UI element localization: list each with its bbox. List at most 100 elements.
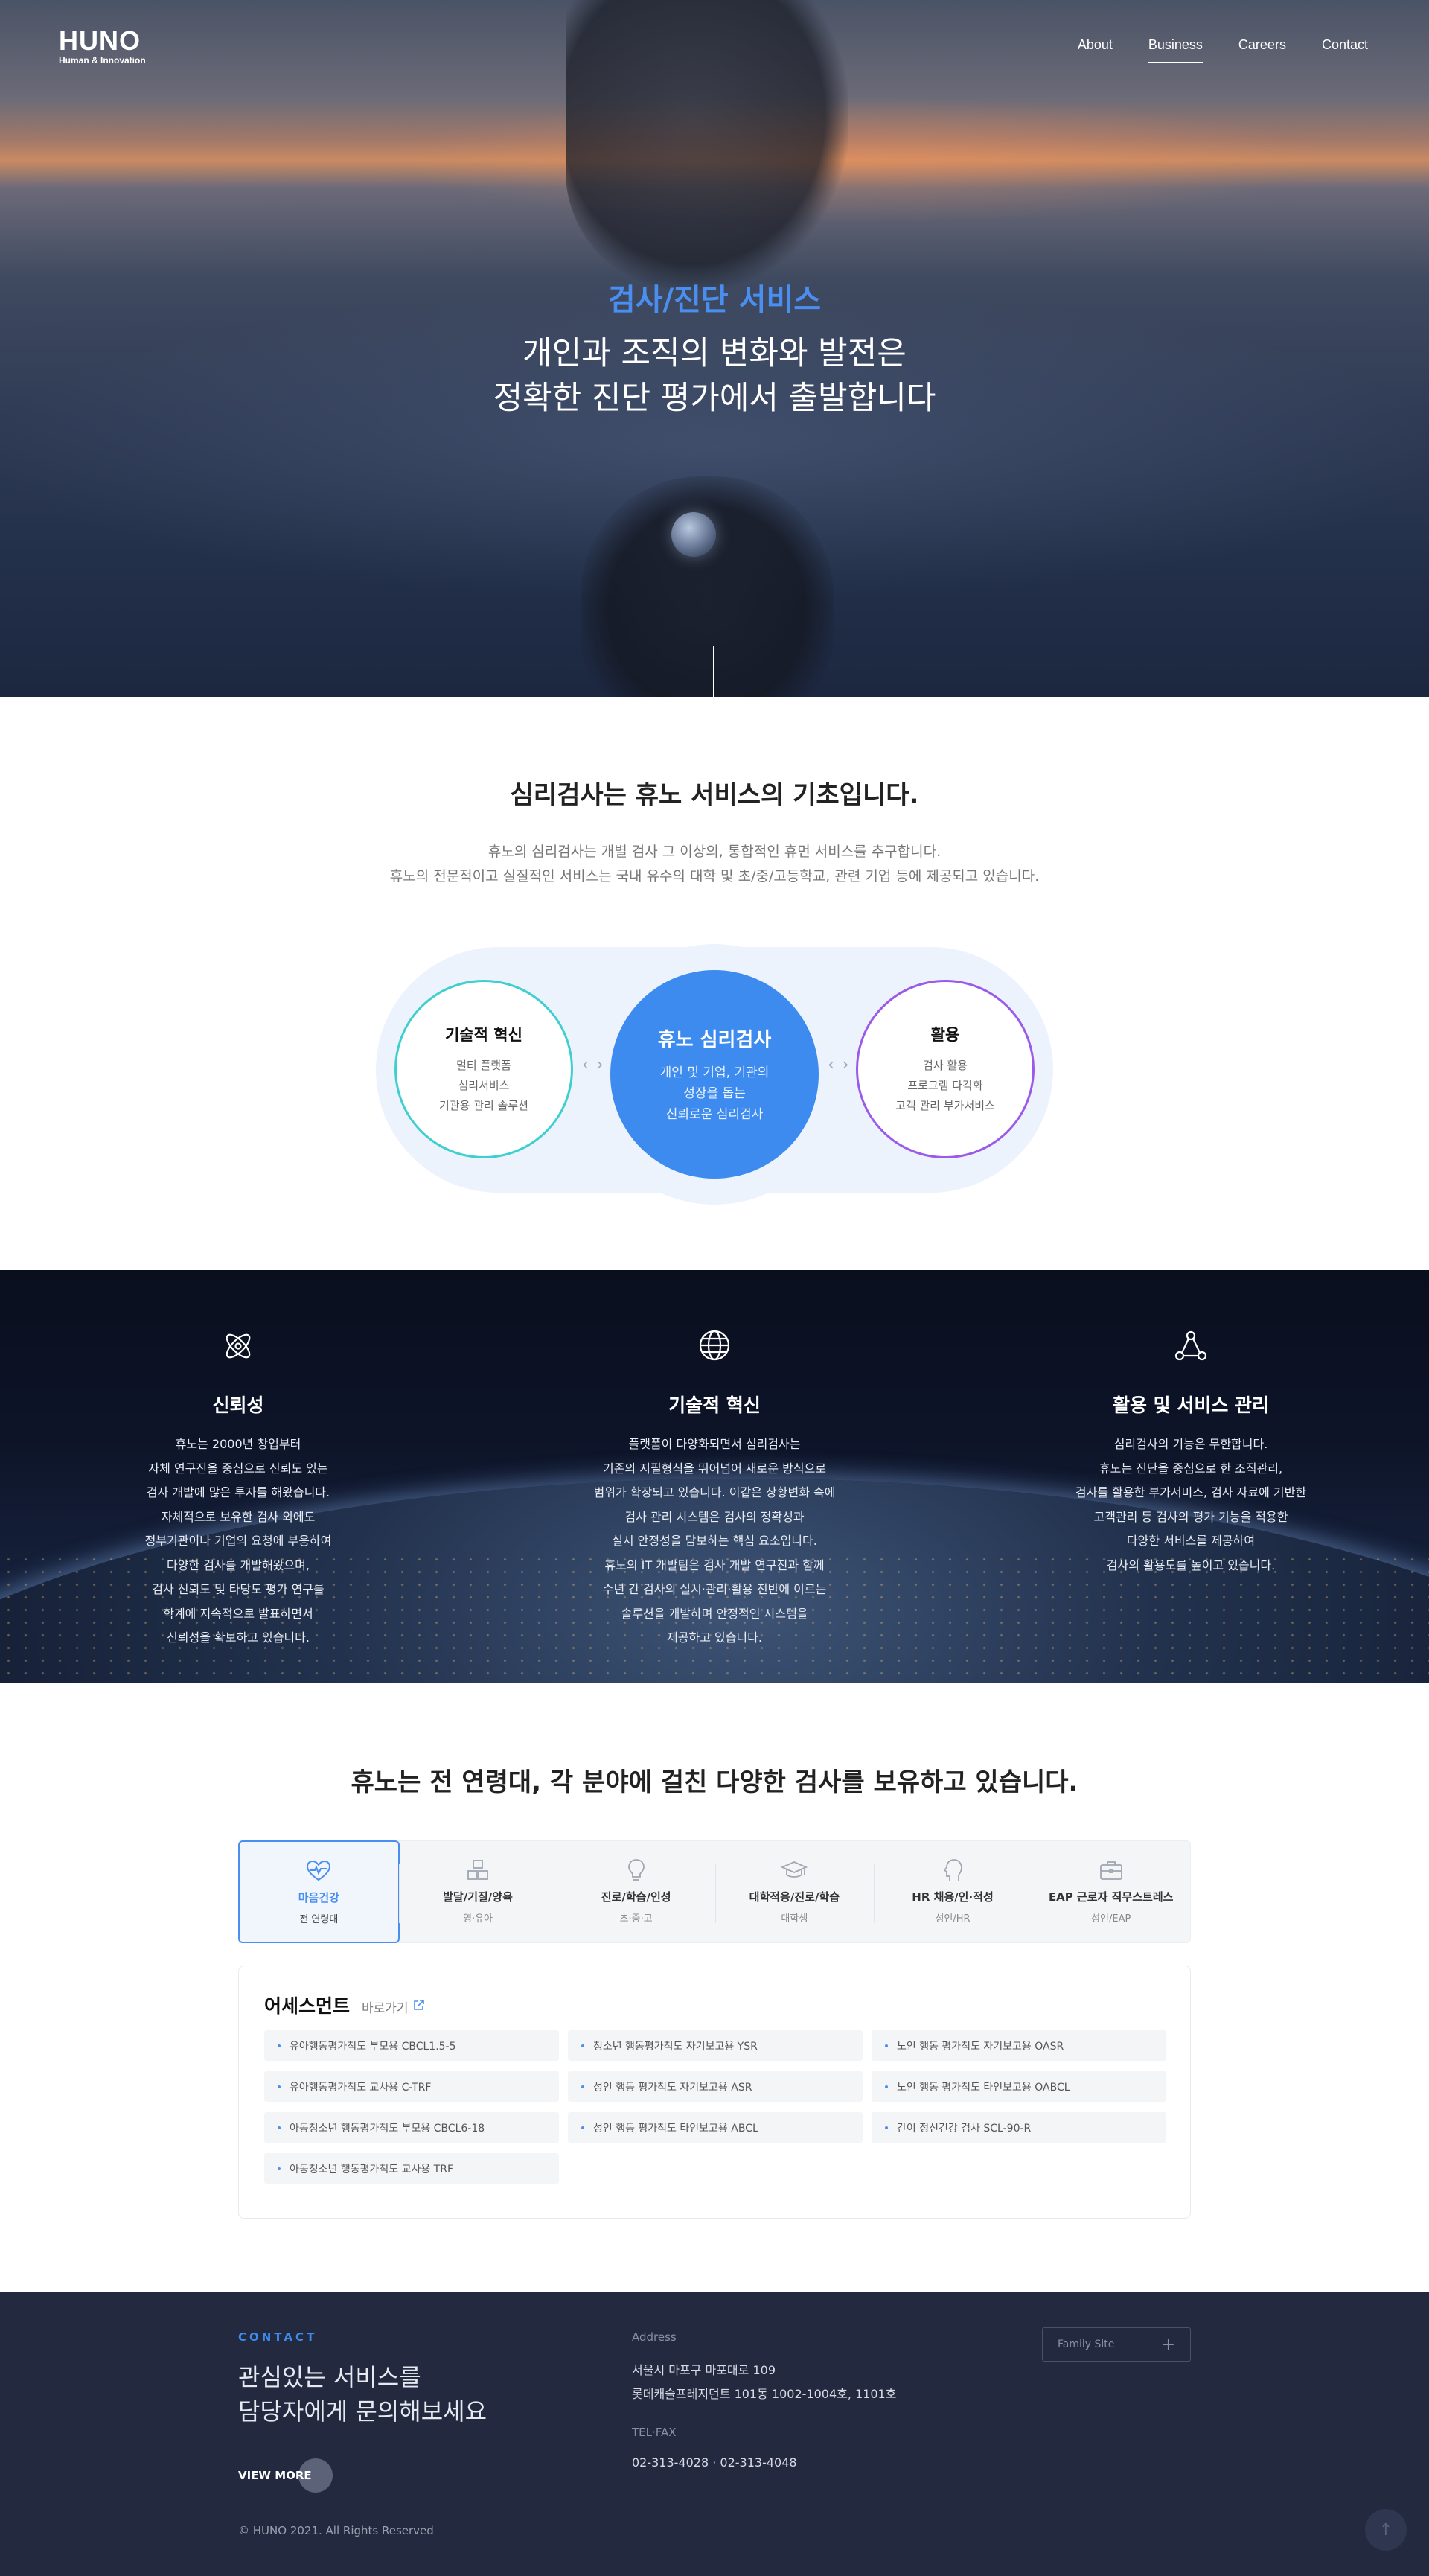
circle-line: 심리서비스 (458, 1078, 510, 1092)
circle-huno-assessment: 휴노 심리검사 개인 및 기업, 기관의 성장을 돕는 신뢰로운 심리검사 (610, 970, 819, 1179)
assessment-item[interactable]: 노인 행동 평가척도 타인보고용 OABCL (872, 2071, 1166, 2102)
shortcut-link[interactable]: 바로가기 (362, 1998, 425, 2016)
feature-line: 플랫폼이 다양화되면서 심리검사는 (628, 1437, 801, 1451)
assessment-list: 유아행동평가척도 부모용 CBCL1.5-5 청소년 행동평가척도 자기보고용 … (264, 2030, 1166, 2184)
tab-hr[interactable]: HR 채용/인·적성 성인/HR (873, 1841, 1032, 1942)
assessment-item[interactable]: 성인 행동 평가척도 타인보고용 ABCL (568, 2112, 863, 2143)
feature-line: 휴노는 진단을 중심으로 한 조직관리, (1099, 1461, 1283, 1476)
feature-text: 휴노는 2000년 창업부터 자체 연구진을 중심으로 신뢰도 있는 검사 개발… (0, 1432, 476, 1651)
circle-line: 성장을 돕는 (683, 1085, 746, 1101)
blocks-icon (399, 1856, 557, 1884)
tab-development[interactable]: 발달/기질/양육 영·유아 (398, 1841, 557, 1942)
tests-title-post: 를 보유하고 있습니다. (841, 1767, 1078, 1797)
graduation-cap-icon (715, 1856, 874, 1884)
hero-glass-orb (671, 512, 716, 557)
feature-title: 신뢰성 (212, 1394, 264, 1416)
circle-line: 개인 및 기업, 기관의 (659, 1065, 770, 1080)
feature-line: 검사를 활용한 부가서비스, 검사 자료에 기반한 (1075, 1485, 1307, 1499)
main-nav: About Business Careers Contact (1078, 37, 1368, 63)
tab-label: 마음건강 (298, 1891, 339, 1904)
atom-icon (0, 1328, 476, 1365)
circle-technical-innovation: 기술적 혁신 멀티 플랫폼 심리서비스 기관용 관리 솔루션 (394, 980, 573, 1158)
intro-desc-line2: 휴노의 전문적이고 실질적인 서비스는 국내 유수의 대학 및 초/중/고등학교… (389, 868, 1040, 884)
heartbeat-icon (240, 1857, 398, 1885)
arrow-up-icon: ↑ (1378, 2520, 1393, 2540)
assessment-item[interactable]: 아동청소년 행동평가척도 부모용 CBCL6-18 (264, 2112, 559, 2143)
tests-title-pre: 휴노는 (351, 1767, 430, 1797)
tab-mental-health[interactable]: 마음건강 전 연령대 (238, 1840, 400, 1943)
circle-title: 휴노 심리검사 (657, 1028, 772, 1051)
hero-title: 검사/진단 서비스 (607, 283, 822, 317)
feature-line: 검사 개발에 많은 투자를 해왔습니다. (146, 1485, 330, 1499)
feature-title: 기술적 혁신 (668, 1394, 761, 1416)
family-site-select[interactable]: Family Site + (1042, 2327, 1191, 2362)
tab-eap[interactable]: EAP 근로자 직무스트레스 성인/EAP (1032, 1841, 1190, 1942)
feature-line: 기존의 지필형식을 뛰어넘어 새로운 방식으로 (602, 1461, 827, 1476)
arrows-icon: ‹ › (582, 1056, 605, 1074)
intro-title: 심리검사는 휴노 서비스의 기초입니다. (0, 774, 1429, 811)
intro-desc-line1: 휴노의 심리검사는 개별 검사 그 이상의, 통합적인 휴먼 서비스를 추구합니… (487, 844, 942, 860)
tab-sub: 성인/HR (935, 1913, 971, 1925)
assessment-item[interactable]: 유아행동평가척도 교사용 C-TRF (264, 2071, 559, 2102)
assessment-item[interactable]: 간이 정신건강 검사 SCL-90-R (872, 2112, 1166, 2143)
tab-sub: 초·중·고 (619, 1913, 653, 1925)
feature-line: 솔루션을 개발하며 안정적인 시스템을 (621, 1606, 808, 1621)
assessment-item[interactable]: 아동청소년 행동평가척도 교사용 TRF (264, 2153, 559, 2184)
logo-subtitle: Human & Innovation (59, 55, 146, 66)
site-header: HUNO Human & Innovation About Business C… (0, 0, 1429, 97)
feature-line: 다양한 검사를 개발해왔으며, (167, 1558, 310, 1572)
logo[interactable]: HUNO Human & Innovation (59, 27, 146, 66)
feature-line: 수년 간 검사의 실시·관리·활용 전반에 이르는 (602, 1582, 827, 1596)
tests-title: 휴노는 전 연령대, 각 분야에 걸친 다양한 검사를 보유하고 있습니다. (0, 1762, 1429, 1798)
assessment-item[interactable]: 성인 행동 평가척도 자기보고용 ASR (568, 2071, 863, 2102)
nav-about[interactable]: About (1078, 37, 1113, 63)
hero-subtitle: 개인과 조직의 변화와 발전은 정확한 진단 평가에서 출발합니다 (0, 331, 1429, 421)
feature-line: 학계에 지속적으로 발표하면서 (163, 1606, 313, 1621)
intro-title-bold: 심리검사 (510, 780, 604, 810)
contact-heading-line2: 담당자에게 문의해보세요 (238, 2397, 487, 2426)
view-more-button[interactable]: VIEW MORE (238, 2458, 333, 2493)
tel-label: TEL·FAX (632, 2426, 677, 2439)
tab-label: 대학적응/진로/학습 (749, 1890, 840, 1904)
arrows-icon: ‹ › (828, 1056, 851, 1074)
scroll-top-button[interactable]: ↑ (1365, 2509, 1407, 2551)
feature-text: 플랫폼이 다양화되면서 심리검사는 기존의 지필형식을 뛰어넘어 새로운 방식으… (476, 1432, 953, 1651)
tab-label: 발달/기질/양육 (443, 1890, 513, 1904)
circle-line: 프로그램 다각화 (907, 1078, 983, 1092)
circle-line: 기관용 관리 솔루션 (439, 1098, 528, 1112)
assessment-panel: 어세스먼트 바로가기 유아행동평가척도 부모용 CBCL1.5-5 청소년 행동… (238, 1966, 1191, 2219)
contact-heading-line1: 관심있는 서비스를 (238, 2363, 421, 2391)
feature-line: 정부기관이나 기업의 요청에 부응하여 (144, 1534, 332, 1548)
tab-university[interactable]: 대학적응/진로/학습 대학생 (715, 1841, 874, 1942)
assessment-item[interactable]: 노인 행동 평가척도 자기보고용 OASR (872, 2030, 1166, 2061)
feature-line: 검사의 활용도를 높이고 있습니다. (1106, 1558, 1276, 1572)
feature-line: 신뢰성을 확보하고 있습니다. (167, 1630, 310, 1645)
tab-sub: 영·유아 (463, 1913, 493, 1925)
assessment-item[interactable]: 청소년 행동평가척도 자기보고용 YSR (568, 2030, 863, 2061)
feature-line: 다양한 서비스를 제공하여 (1126, 1534, 1256, 1548)
view-more-label: VIEW MORE (238, 2469, 312, 2482)
tab-label: EAP 근로자 직무스트레스 (1048, 1890, 1174, 1904)
nav-business[interactable]: Business (1148, 37, 1203, 63)
contact-label: CONTACT (238, 2330, 318, 2344)
nav-careers[interactable]: Careers (1238, 37, 1286, 63)
feature-line: 휴노는 2000년 창업부터 (175, 1437, 301, 1451)
site-footer: CONTACT 관심있는 서비스를 담당자에게 문의해보세요 VIEW MORE… (0, 2292, 1429, 2576)
nav-contact[interactable]: Contact (1322, 37, 1368, 63)
feature-line: 휴노의 IT 개발팀은 검사 개발 연구진과 함께 (604, 1558, 825, 1572)
circle-title: 활용 (930, 1025, 960, 1044)
feature-line: 자체적으로 보유한 검사 외에도 (161, 1509, 316, 1524)
tab-sub: 전 연령대 (299, 1914, 339, 1925)
feature-text: 심리검사의 기능은 무한합니다. 휴노는 진단을 중심으로 한 조직관리, 검사… (953, 1432, 1429, 1578)
address-label: Address (632, 2330, 677, 2344)
globe-icon (476, 1328, 953, 1365)
circle-utilization: 활용 검사 활용 프로그램 다각화 고객 관리 부가서비스 (856, 980, 1035, 1158)
plus-icon: + (1161, 2335, 1175, 2354)
feature-line: 심리검사의 기능은 무한합니다. (1113, 1437, 1268, 1451)
scroll-indicator-line (713, 646, 714, 697)
intro-title-rest: 는 휴노 서비스의 기초입니다. (603, 780, 919, 810)
feature-line: 고객관리 등 검사의 평가 기능을 적용한 (1093, 1509, 1288, 1524)
assessment-item[interactable]: 유아행동평가척도 부모용 CBCL1.5-5 (264, 2030, 559, 2061)
tab-career-learning[interactable]: 진로/학습/인성 초·중·고 (557, 1841, 715, 1942)
test-category-tabs: 마음건강 전 연령대 발달/기질/양육 영·유아 진로/학습/인성 초·중·고 … (238, 1840, 1191, 1943)
